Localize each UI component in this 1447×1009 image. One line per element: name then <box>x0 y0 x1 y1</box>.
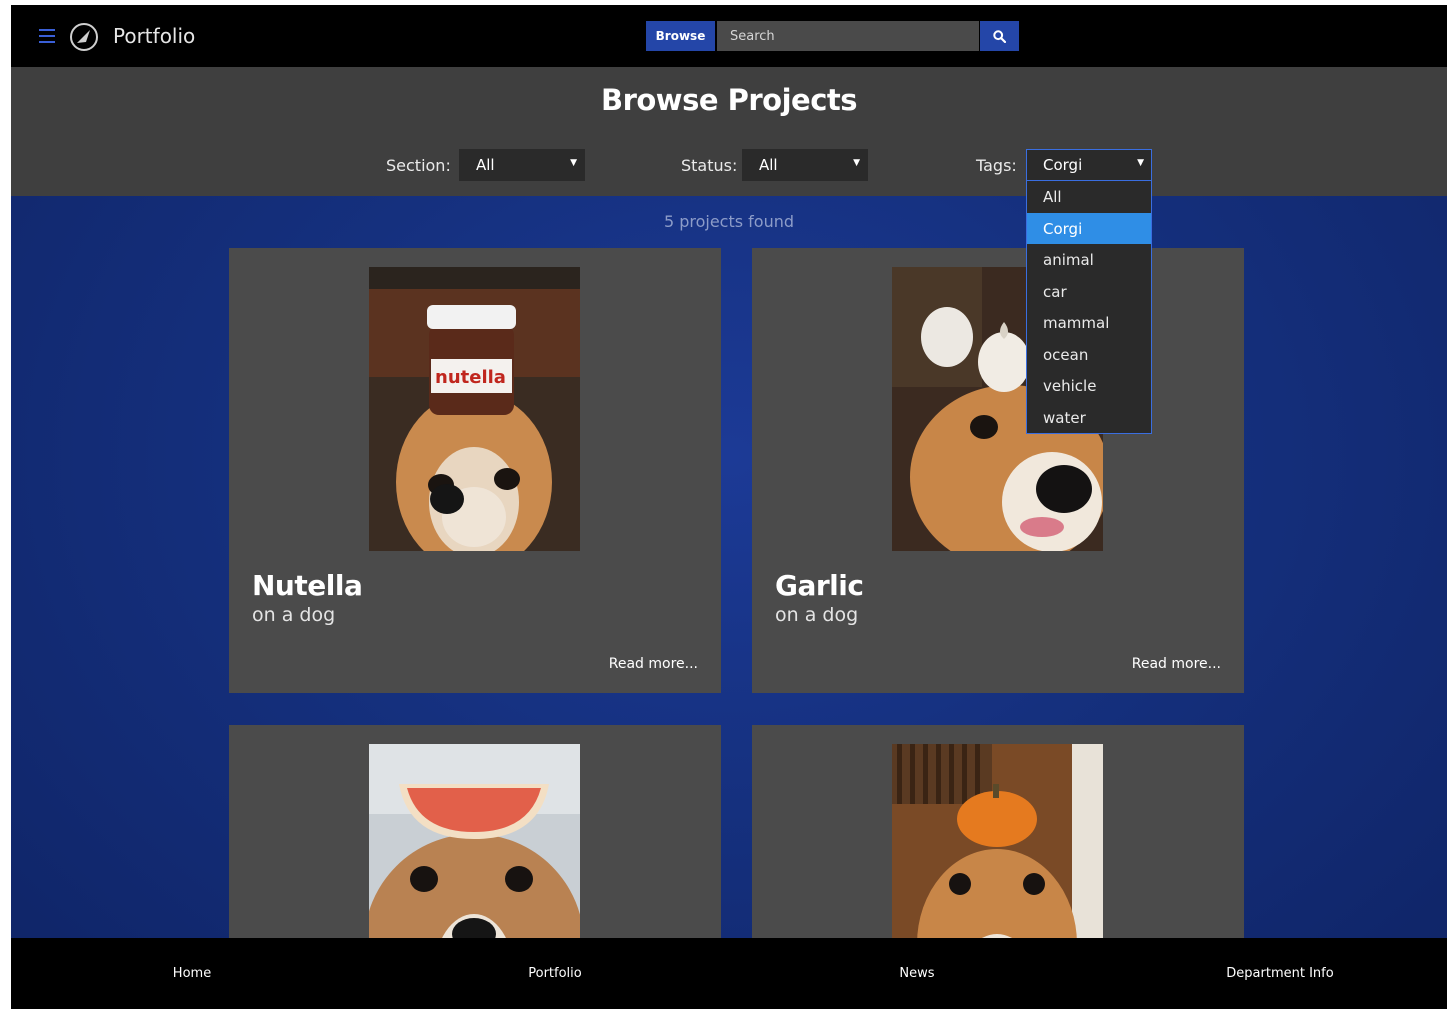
project-card[interactable] <box>752 725 1244 1009</box>
tags-filter-label: Tags: <box>976 156 1017 175</box>
project-title: Nutella <box>252 569 363 602</box>
brand-name[interactable]: Portfolio <box>113 24 195 48</box>
browse-button[interactable]: Browse <box>646 21 715 51</box>
logo-icon[interactable] <box>69 22 99 52</box>
read-more-link[interactable]: Read more... <box>1132 656 1221 672</box>
results-count: 5 projects found <box>663 212 795 231</box>
tags-option-mammal[interactable]: mammal <box>1027 307 1151 339</box>
status-select-value: All <box>759 156 778 174</box>
menu-icon[interactable] <box>39 29 55 43</box>
tags-select[interactable]: Corgi ▼ <box>1026 149 1152 181</box>
project-title: Garlic <box>775 569 864 602</box>
section-filter-label: Section: <box>386 156 451 175</box>
tags-select-value: Corgi <box>1043 156 1083 174</box>
project-subtitle: on a dog <box>775 604 859 626</box>
page-title: Browse Projects <box>600 83 858 117</box>
read-more-link[interactable]: Read more... <box>609 656 698 672</box>
search-button[interactable] <box>980 21 1019 51</box>
search-input[interactable] <box>717 21 979 51</box>
project-card[interactable]: Garlic on a dog Read more... <box>752 248 1244 693</box>
section-select-value: All <box>476 156 495 174</box>
status-select[interactable]: All ▼ <box>742 149 868 181</box>
footer-link-news[interactable]: News <box>899 966 934 981</box>
footer-link-department-info[interactable]: Department Info <box>1226 966 1333 981</box>
caret-down-icon: ▼ <box>1137 158 1144 168</box>
footer-link-portfolio[interactable]: Portfolio <box>528 966 581 981</box>
filter-header: Browse Projects Section: All ▼ Status: A… <box>11 67 1447 196</box>
app-frame: Portfolio Browse Browse Projects Section… <box>11 5 1447 1009</box>
tags-option-corgi[interactable]: Corgi <box>1027 212 1151 244</box>
top-nav-bar: Portfolio Browse <box>11 5 1447 67</box>
footer-link-home[interactable]: Home <box>173 966 211 981</box>
project-card[interactable]: nutella Nutella on a dog Read more... <box>229 248 721 693</box>
caret-down-icon: ▼ <box>570 158 577 168</box>
section-select[interactable]: All ▼ <box>459 149 585 181</box>
tags-option-animal[interactable]: animal <box>1027 244 1151 276</box>
tags-option-car[interactable]: car <box>1027 276 1151 308</box>
tags-dropdown-list: All Corgi animal car mammal ocean vehicl… <box>1026 180 1152 434</box>
footer-nav: Home Portfolio News Department Info <box>11 938 1447 1009</box>
svg-text:nutella: nutella <box>435 367 506 388</box>
project-thumbnail[interactable]: nutella <box>369 267 580 551</box>
project-subtitle: on a dog <box>252 604 336 626</box>
project-card[interactable] <box>229 725 721 1009</box>
tags-option-ocean[interactable]: ocean <box>1027 339 1151 371</box>
tags-option-all[interactable]: All <box>1027 181 1151 213</box>
tags-option-vehicle[interactable]: vehicle <box>1027 370 1151 402</box>
status-filter-label: Status: <box>681 156 738 175</box>
caret-down-icon: ▼ <box>853 158 860 168</box>
search-icon <box>993 29 1006 43</box>
tags-option-water[interactable]: water <box>1027 402 1151 434</box>
